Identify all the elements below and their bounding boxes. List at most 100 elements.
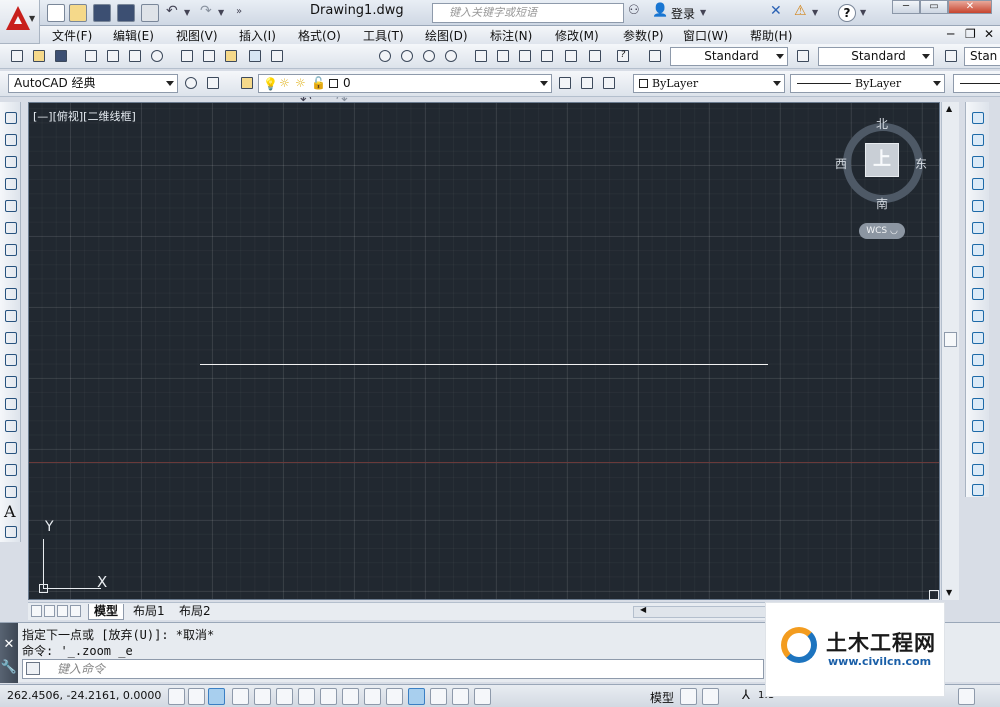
menu-draw[interactable]: 绘图(D) [425, 27, 468, 44]
customize-icon[interactable]: 🔧 [0, 660, 18, 675]
menu-edit[interactable]: 编辑(E) [113, 27, 154, 44]
undo-dropdown-icon[interactable]: ▼ [184, 8, 190, 17]
offset-icon[interactable] [970, 176, 985, 191]
grid-display-toggle[interactable] [208, 688, 225, 705]
dim-style-select[interactable]: Standard [818, 47, 934, 66]
layer-select[interactable]: 💡 ☼ ☼ 🔓 0 [258, 74, 552, 93]
table-icon[interactable] [3, 484, 18, 499]
undo-icon[interactable]: ↶ [166, 3, 178, 19]
annotation-scale-icon[interactable]: ⅄ [742, 688, 750, 703]
tab-layout1[interactable]: 布局1 [128, 604, 170, 620]
command-input[interactable]: 键入命令 [22, 659, 764, 679]
close-icon[interactable]: ✕ [0, 637, 18, 652]
explode-icon[interactable] [970, 482, 985, 497]
quick-properties-toggle[interactable] [430, 688, 447, 705]
ellipse-icon[interactable] [3, 308, 18, 323]
properties-icon[interactable] [472, 47, 490, 65]
dim-style-icon[interactable] [794, 47, 812, 65]
menu-insert[interactable]: 插入(I) [239, 27, 276, 44]
print-icon[interactable] [141, 4, 159, 22]
text-style-select[interactable]: Standard [670, 47, 788, 66]
tab-model[interactable]: 模型 [88, 604, 125, 620]
make-block-icon[interactable] [3, 374, 18, 389]
markup-icon[interactable] [562, 47, 580, 65]
hatch-icon[interactable] [3, 418, 18, 433]
login-link[interactable]: 登录 [671, 5, 695, 22]
zoom-window-icon[interactable] [420, 47, 438, 65]
stretch-icon[interactable] [970, 286, 985, 301]
polyline-icon[interactable] [3, 154, 18, 169]
linetype-select[interactable]: ByLayer [790, 74, 945, 93]
user-icon[interactable]: 👤 [652, 3, 668, 18]
add-selected-icon[interactable] [3, 524, 18, 539]
mdi-restore-button[interactable]: ❐ [965, 27, 976, 41]
menu-file[interactable]: 文件(F) [52, 27, 92, 44]
design-center-icon[interactable] [494, 47, 512, 65]
binoculars-icon[interactable]: ⚇ [628, 3, 640, 18]
scroll-left-icon[interactable]: ◀ [640, 605, 646, 614]
minimize-button[interactable]: ─ [892, 0, 920, 14]
3d-object-snap-toggle[interactable] [298, 688, 315, 705]
infer-constraints-toggle[interactable] [168, 688, 185, 705]
quick-view-drawings-icon[interactable] [702, 688, 719, 705]
mdi-close-button[interactable]: ✕ [984, 27, 994, 41]
scroll-up-icon[interactable]: ▲ [946, 104, 952, 113]
scale-icon[interactable] [970, 264, 985, 279]
annotation-monitor-toggle[interactable] [474, 688, 491, 705]
line-icon[interactable] [3, 110, 18, 125]
menu-help[interactable]: 帮助(H) [750, 27, 792, 44]
previous-tab-icon[interactable] [44, 605, 55, 617]
zoom-realtime-icon[interactable] [398, 47, 416, 65]
zoom-previous-icon[interactable] [442, 47, 460, 65]
close-window-button[interactable]: ✕ [948, 0, 992, 14]
open-icon[interactable] [30, 47, 48, 65]
login-dropdown-icon[interactable]: ▼ [700, 8, 706, 17]
workspace-select[interactable]: AutoCAD 经典 [8, 74, 178, 93]
menu-format[interactable]: 格式(O) [298, 27, 341, 44]
tool-palettes-icon[interactable] [516, 47, 534, 65]
drawing-canvas[interactable]: [—][俯视][二维线框] 上 北 南 东 西 WCS ◡ Y X [28, 102, 940, 600]
block-editor-icon[interactable] [268, 47, 286, 65]
pan-icon[interactable] [376, 47, 394, 65]
open-file-icon[interactable] [69, 4, 87, 22]
redo-icon[interactable]: ↷ [200, 3, 212, 19]
match-properties-icon[interactable] [246, 47, 264, 65]
break-at-point-icon[interactable] [970, 352, 985, 367]
wcs-menu-button[interactable]: WCS ◡ [859, 223, 905, 239]
array-icon[interactable] [970, 198, 985, 213]
make-current-layer-icon[interactable] [556, 74, 574, 92]
compass-west[interactable]: 西 [835, 155, 847, 172]
transparency-toggle[interactable] [408, 688, 425, 705]
blend-curves-icon[interactable] [970, 462, 985, 477]
circle-icon[interactable] [3, 242, 18, 257]
revision-cloud-icon[interactable] [3, 264, 18, 279]
vertical-scrollbar[interactable]: ▲ ▼ [941, 102, 959, 600]
workspace-toolbar-icon[interactable] [204, 74, 222, 92]
menu-tools[interactable]: 工具(T) [363, 27, 404, 44]
save-icon-2[interactable] [52, 47, 70, 65]
drawn-line-entity[interactable] [200, 364, 768, 365]
break-icon[interactable] [970, 374, 985, 389]
join-icon[interactable] [970, 396, 985, 411]
mirror-icon[interactable] [970, 154, 985, 169]
model-space-button[interactable]: 模型 [650, 689, 674, 706]
multiline-text-icon[interactable]: A [4, 502, 16, 521]
chamfer-icon[interactable] [970, 418, 985, 433]
compass-north[interactable]: 北 [876, 115, 888, 132]
new-icon[interactable] [8, 47, 26, 65]
polar-tracking-toggle[interactable] [254, 688, 271, 705]
point-icon[interactable] [3, 396, 18, 411]
rotate-icon[interactable] [970, 242, 985, 257]
erase-icon[interactable] [970, 110, 985, 125]
scroll-down-icon[interactable]: ▼ [946, 588, 952, 597]
clean-screen-icon[interactable] [958, 688, 975, 705]
polygon-icon[interactable] [3, 176, 18, 191]
vertical-scroll-thumb[interactable] [944, 332, 957, 347]
paste-icon[interactable] [222, 47, 240, 65]
lineweight-select[interactable] [953, 74, 1000, 93]
move-icon[interactable] [970, 220, 985, 235]
exchange-icon[interactable]: ✕ [770, 3, 782, 19]
compass-east[interactable]: 东 [915, 155, 927, 172]
help-dropdown-icon[interactable]: ▼ [860, 8, 866, 17]
layer-manager-icon[interactable] [238, 74, 256, 92]
